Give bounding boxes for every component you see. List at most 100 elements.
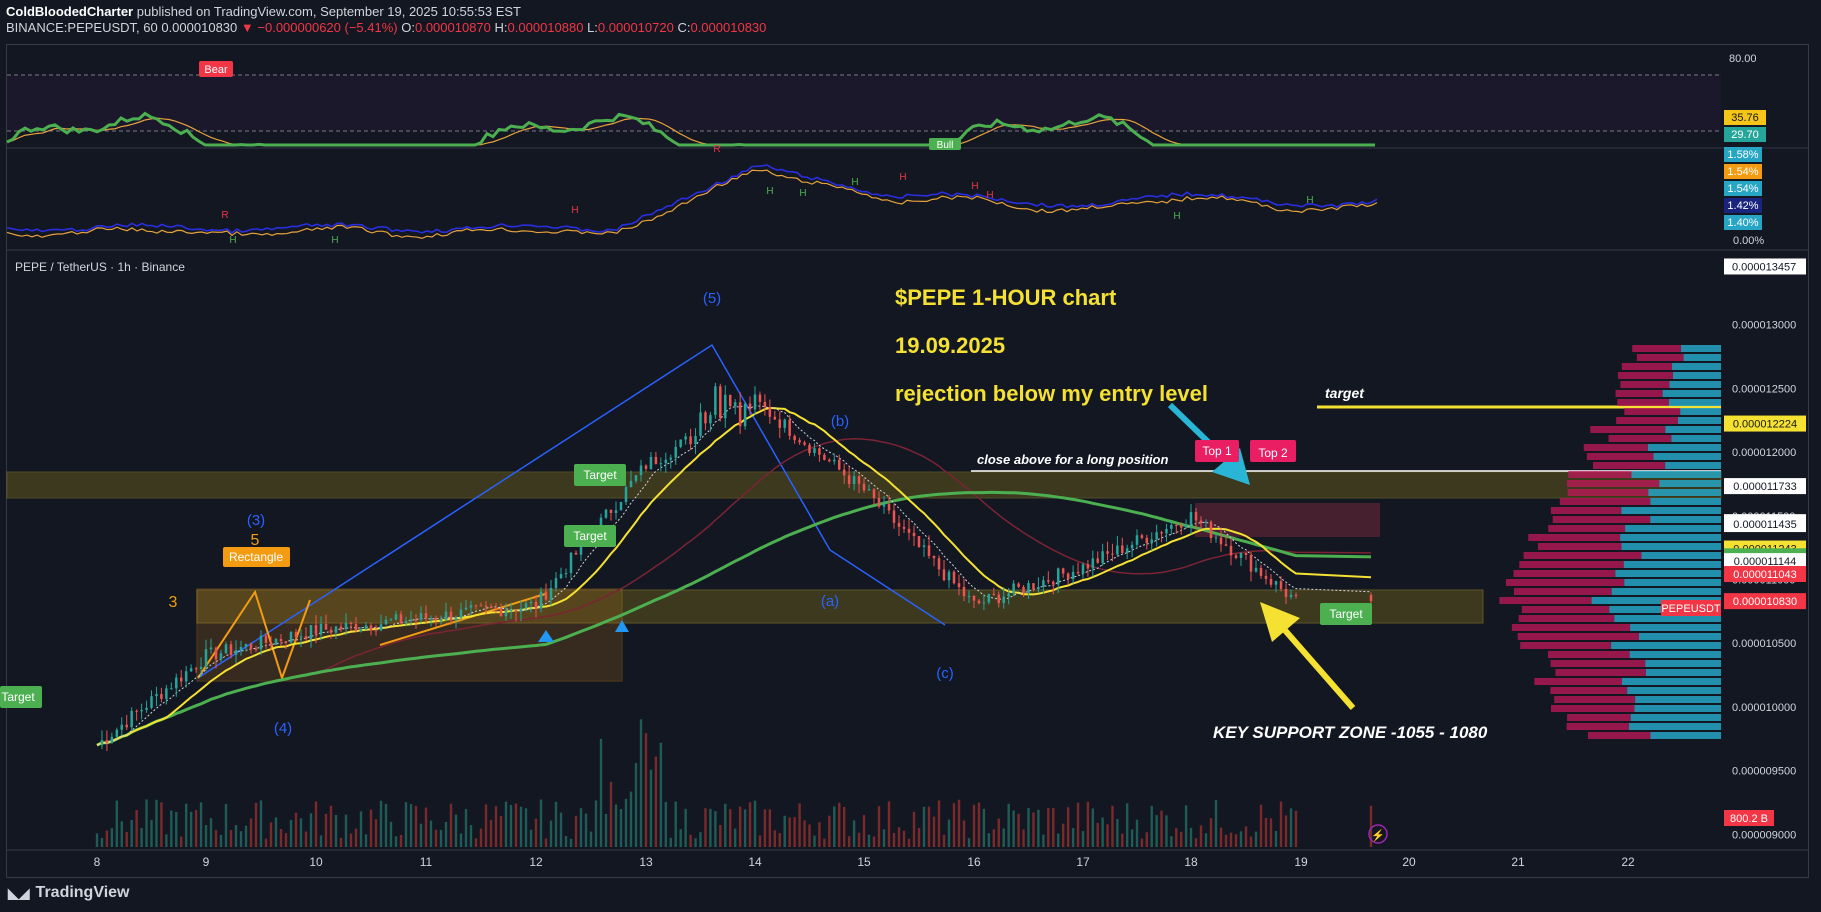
- vp-bar-sell: [1636, 354, 1684, 361]
- volume-bar: [424, 807, 428, 847]
- volume-bar: [634, 763, 638, 847]
- volume-bar: [1052, 807, 1055, 847]
- volume-bar: [319, 835, 323, 847]
- candle: [684, 436, 687, 440]
- volume-bar: [519, 806, 523, 847]
- volume-bar: [872, 836, 876, 847]
- candle: [509, 610, 513, 612]
- volume-bar: [249, 818, 253, 847]
- time-axis[interactable]: 8 9 10 11 12 13 14 15 16 17 18 19 20 21 22: [94, 855, 1635, 869]
- volume-bar: [589, 831, 593, 847]
- volume-bar: [1165, 815, 1168, 847]
- volume-bar: [539, 799, 543, 847]
- candle: [384, 619, 388, 625]
- vp-bar-sell: [1583, 444, 1648, 451]
- vp-bar-buy: [1650, 516, 1721, 523]
- volume-bar: [952, 803, 956, 847]
- candle: [239, 647, 243, 651]
- candle: [279, 638, 283, 642]
- candle: [1017, 583, 1020, 587]
- mid-letters: RH HHRH HHHHHH H: [221, 144, 1313, 246]
- volume-bar: [743, 809, 747, 847]
- candle: [1269, 578, 1273, 585]
- candle: [160, 694, 163, 699]
- volume-bar: [314, 801, 318, 847]
- candle: [1204, 521, 1208, 524]
- volume-bar: [823, 838, 826, 847]
- candle: [219, 653, 223, 660]
- mid-letter: H: [1306, 195, 1313, 206]
- vp-bar-sell: [1550, 705, 1635, 712]
- volume-bar: [1091, 808, 1095, 847]
- volume-bar: [1194, 838, 1198, 847]
- volume-bar: [674, 801, 677, 847]
- candle: [359, 629, 363, 632]
- volume-bar: [917, 828, 921, 847]
- time-tick: 11: [420, 855, 433, 869]
- volume-bar: [967, 838, 971, 847]
- candle: [614, 510, 618, 514]
- volume-bar: [259, 800, 263, 847]
- price-badge-text: 0.000012224: [1733, 419, 1797, 431]
- volume-bar: [729, 809, 732, 847]
- wave-3-orange: 3: [169, 594, 178, 611]
- vp-bar-sell: [1616, 417, 1678, 424]
- volume-bar: [1249, 836, 1253, 847]
- candle: [429, 618, 433, 620]
- candle: [264, 635, 268, 643]
- candle: [1076, 571, 1080, 574]
- volume-bar: [733, 828, 737, 847]
- volume-bar: [624, 798, 628, 847]
- candle: [175, 677, 178, 689]
- volume-bar: [110, 828, 114, 847]
- volume-bar: [334, 814, 338, 847]
- price-tick: 0.000010500: [1732, 638, 1796, 650]
- candle: [833, 459, 836, 462]
- volume-bar: [1057, 833, 1060, 847]
- volume-bar: [140, 828, 143, 847]
- wave-3-label: (3): [247, 512, 265, 529]
- candle: [788, 419, 791, 436]
- volume-bar: [394, 836, 398, 847]
- candle: [145, 707, 148, 710]
- candle: [1170, 524, 1173, 529]
- candle: [214, 647, 218, 660]
- candle: [459, 609, 463, 618]
- candle: [309, 625, 313, 640]
- volume-bar: [862, 815, 866, 847]
- volume-bar: [135, 809, 138, 847]
- candle: [155, 694, 158, 697]
- volume-bar: [719, 824, 722, 847]
- candle: [728, 394, 732, 407]
- volume-bar: [264, 838, 268, 847]
- candle: [1165, 528, 1168, 534]
- volume-bar: [384, 803, 388, 847]
- candle: [733, 402, 737, 407]
- candle: [404, 620, 408, 624]
- volume-bar: [1274, 830, 1278, 847]
- footer-brand[interactable]: ◣◢ TradingView: [8, 884, 130, 902]
- price-tick: 0.000013000: [1732, 320, 1796, 332]
- candle: [619, 501, 623, 511]
- volume-bar: [494, 806, 498, 847]
- volume-bar: [1086, 801, 1090, 847]
- candle: [504, 611, 508, 617]
- candle: [224, 644, 228, 654]
- candle: [1249, 555, 1253, 572]
- volume-bar: [773, 830, 777, 847]
- candle: [1047, 580, 1050, 582]
- candle: [1007, 593, 1010, 597]
- vp-bar-buy: [1625, 525, 1721, 532]
- candle: [669, 457, 673, 460]
- candle: [294, 632, 298, 638]
- volume-bar: [574, 815, 578, 847]
- candle: [194, 668, 198, 670]
- vp-bar-sell: [1499, 597, 1592, 604]
- vp-bar-buy: [1622, 678, 1721, 685]
- top1-label: Top 1: [1202, 444, 1232, 458]
- chart-canvas[interactable]: Bear Bull 80.00 35.76 29.70 RH HHRH HHHHHH…: [0, 0, 1821, 912]
- candle: [967, 595, 971, 597]
- volume-bar: [579, 808, 583, 847]
- candle: [1160, 532, 1163, 534]
- ma-yellow: [96, 406, 1372, 747]
